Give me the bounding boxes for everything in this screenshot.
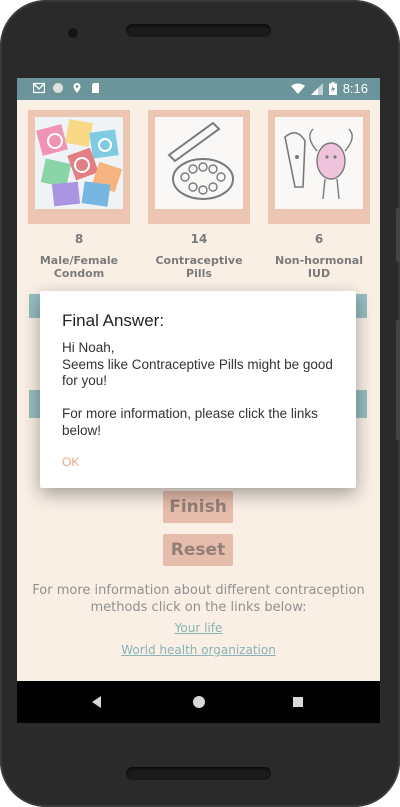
- top-speaker: [126, 24, 271, 37]
- dialog-title: Final Answer:: [62, 311, 165, 330]
- bottom-speaker: [126, 767, 271, 780]
- front-camera: [68, 28, 78, 38]
- dialog-message: Hi Noah, Seems like Contraceptive Pills …: [62, 340, 333, 438]
- navigation-bar: [17, 681, 380, 723]
- recents-icon[interactable]: [293, 697, 303, 707]
- back-icon[interactable]: [92, 696, 101, 708]
- power-button[interactable]: [396, 208, 400, 262]
- ok-button[interactable]: OK: [62, 455, 79, 469]
- phone-frame: 8:16 8 Male/Female Condom 14 Contracepti…: [0, 0, 400, 807]
- home-icon[interactable]: [193, 696, 205, 708]
- final-answer-dialog: Final Answer: Hi Noah, Seems like Contra…: [40, 291, 356, 488]
- volume-button[interactable]: [396, 320, 400, 440]
